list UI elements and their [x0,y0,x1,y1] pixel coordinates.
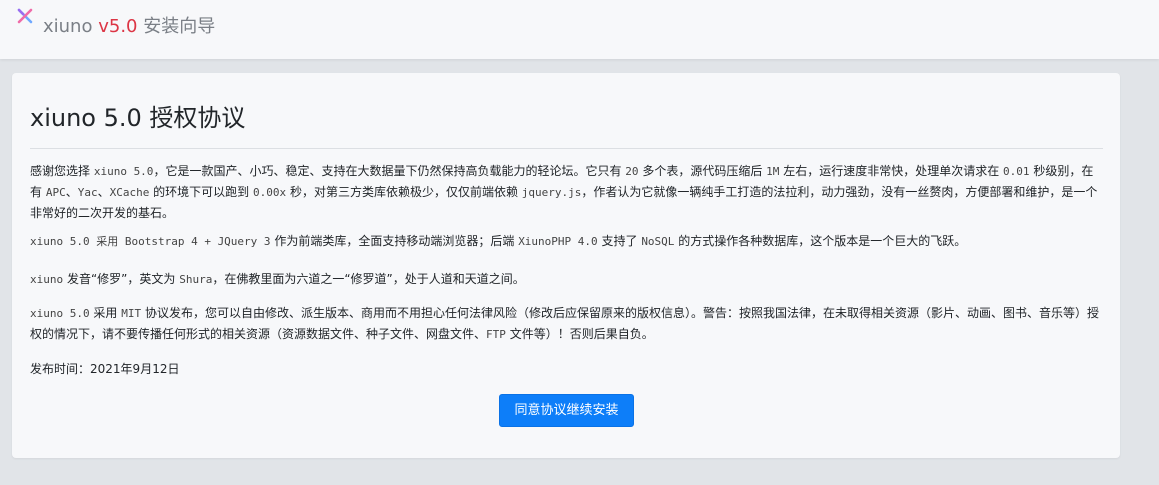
name-text: 发音“修罗”，英文为 [63,272,180,286]
intro-code: APC [45,186,66,199]
intro-text: 秒，对第三方类库依赖极少，仅仅前端依赖 [286,185,522,199]
intro-code: 0.01 [1003,165,1030,178]
stack-text: 的方式操作各种数据库，这个版本是一个巨大的飞跃。 [674,234,967,248]
stack-code: XiunoPHP 4.0 [518,235,598,248]
license-card: xiuno 5.0 授权协议 感谢您选择 xiuno 5.0，它是一款国产、小巧… [12,73,1120,458]
brand-title[interactable]: xiuno v5.0 安装向导 [43,15,215,39]
release-date: 2021年9月12日 [90,362,180,376]
intro-text: 、 [97,185,110,199]
intro-paragraph: 感谢您选择 xiuno 5.0，它是一款国产、小巧、稳定、支持在大数据量下仍然保… [30,161,1102,224]
top-header-bar: xiuno v5.0 安装向导 [0,0,1159,59]
name-code: Shura [179,273,213,286]
intro-text: ，它是一款国产、小巧、稳定、支持在大数据量下仍然保持高负载能力的轻论坛。它只有 [153,164,626,178]
intro-code: 1M [766,165,780,178]
license-code: xiuno 5.0 [30,307,90,320]
cross-logo-icon[interactable] [14,6,36,28]
brand-suffix: 安装向导 [143,16,216,37]
intro-code: xiuno 5.0 [93,165,154,178]
stack-code: xiuno 5.0 采用 Bootstrap 4 + JQuery 3 [30,235,271,248]
intro-code: 20 [625,165,639,178]
license-code: FTP [486,328,506,341]
stack-code: NoSQL [641,235,675,248]
intro-text: 、 [65,185,78,199]
intro-code: 0.00x [253,186,287,199]
stack-text: 支持了 [597,234,642,248]
title-divider [30,148,1103,149]
name-paragraph: xiuno 发音“修罗”，英文为 Shura，在佛教里面为六道之一“修罗道”，处… [30,269,1102,290]
stack-text: 作为前端类库，全面支持移动端浏览器；后端 [270,234,519,248]
intro-text: 的环境下可以跑到 [149,185,253,199]
brand-version: v5.0 [98,16,138,37]
license-text: 采用 [89,306,122,320]
license-paragraph: xiuno 5.0 采用 MIT 协议发布，您可以自由修改、派生版本、商用而不用… [30,303,1102,345]
intro-code: jquery.js [521,186,582,199]
brand-name: xiuno [43,16,93,37]
name-code: xiuno [30,273,64,286]
name-text: ，在佛教里面为六道之一“修罗道”，处于人道和天道之间。 [212,272,525,286]
agree-continue-button[interactable]: 同意协议继续安装 [499,394,634,427]
page-title: xiuno 5.0 授权协议 [30,104,246,132]
intro-code: Yac [77,186,98,199]
stack-paragraph: xiuno 5.0 采用 Bootstrap 4 + JQuery 3 作为前端… [30,231,1102,252]
license-code: MIT [121,307,142,320]
license-text: 文件等）！否则后果自负。 [505,327,654,341]
intro-text: 左右，运行速度非常快，处理单次请求在 [779,164,1004,178]
intro-text: 感谢您选择 [30,164,94,178]
intro-code: XCache [109,186,150,199]
release-label: 发布时间： [30,362,91,376]
intro-text: 多个表，源代码压缩后 [638,164,767,178]
release-date-paragraph: 发布时间：2021年9月12日 [30,359,1102,380]
